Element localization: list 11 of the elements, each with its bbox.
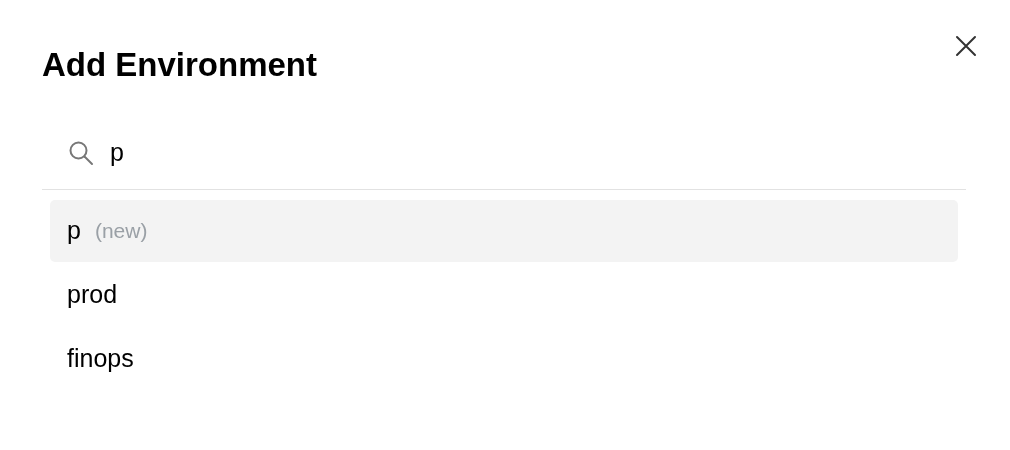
close-icon [955,35,977,57]
dialog-title: Add Environment [42,45,317,85]
option-label: p [67,215,81,247]
new-note: (new) [94,218,148,245]
option-label: prod [67,279,118,311]
option-label: finops [67,343,134,375]
option-item[interactable]: prod [50,264,958,326]
search-icon [68,139,94,166]
search-field[interactable]: p [110,133,966,172]
option-item[interactable]: p (new) [50,200,958,262]
option-item[interactable]: finops [50,328,958,390]
